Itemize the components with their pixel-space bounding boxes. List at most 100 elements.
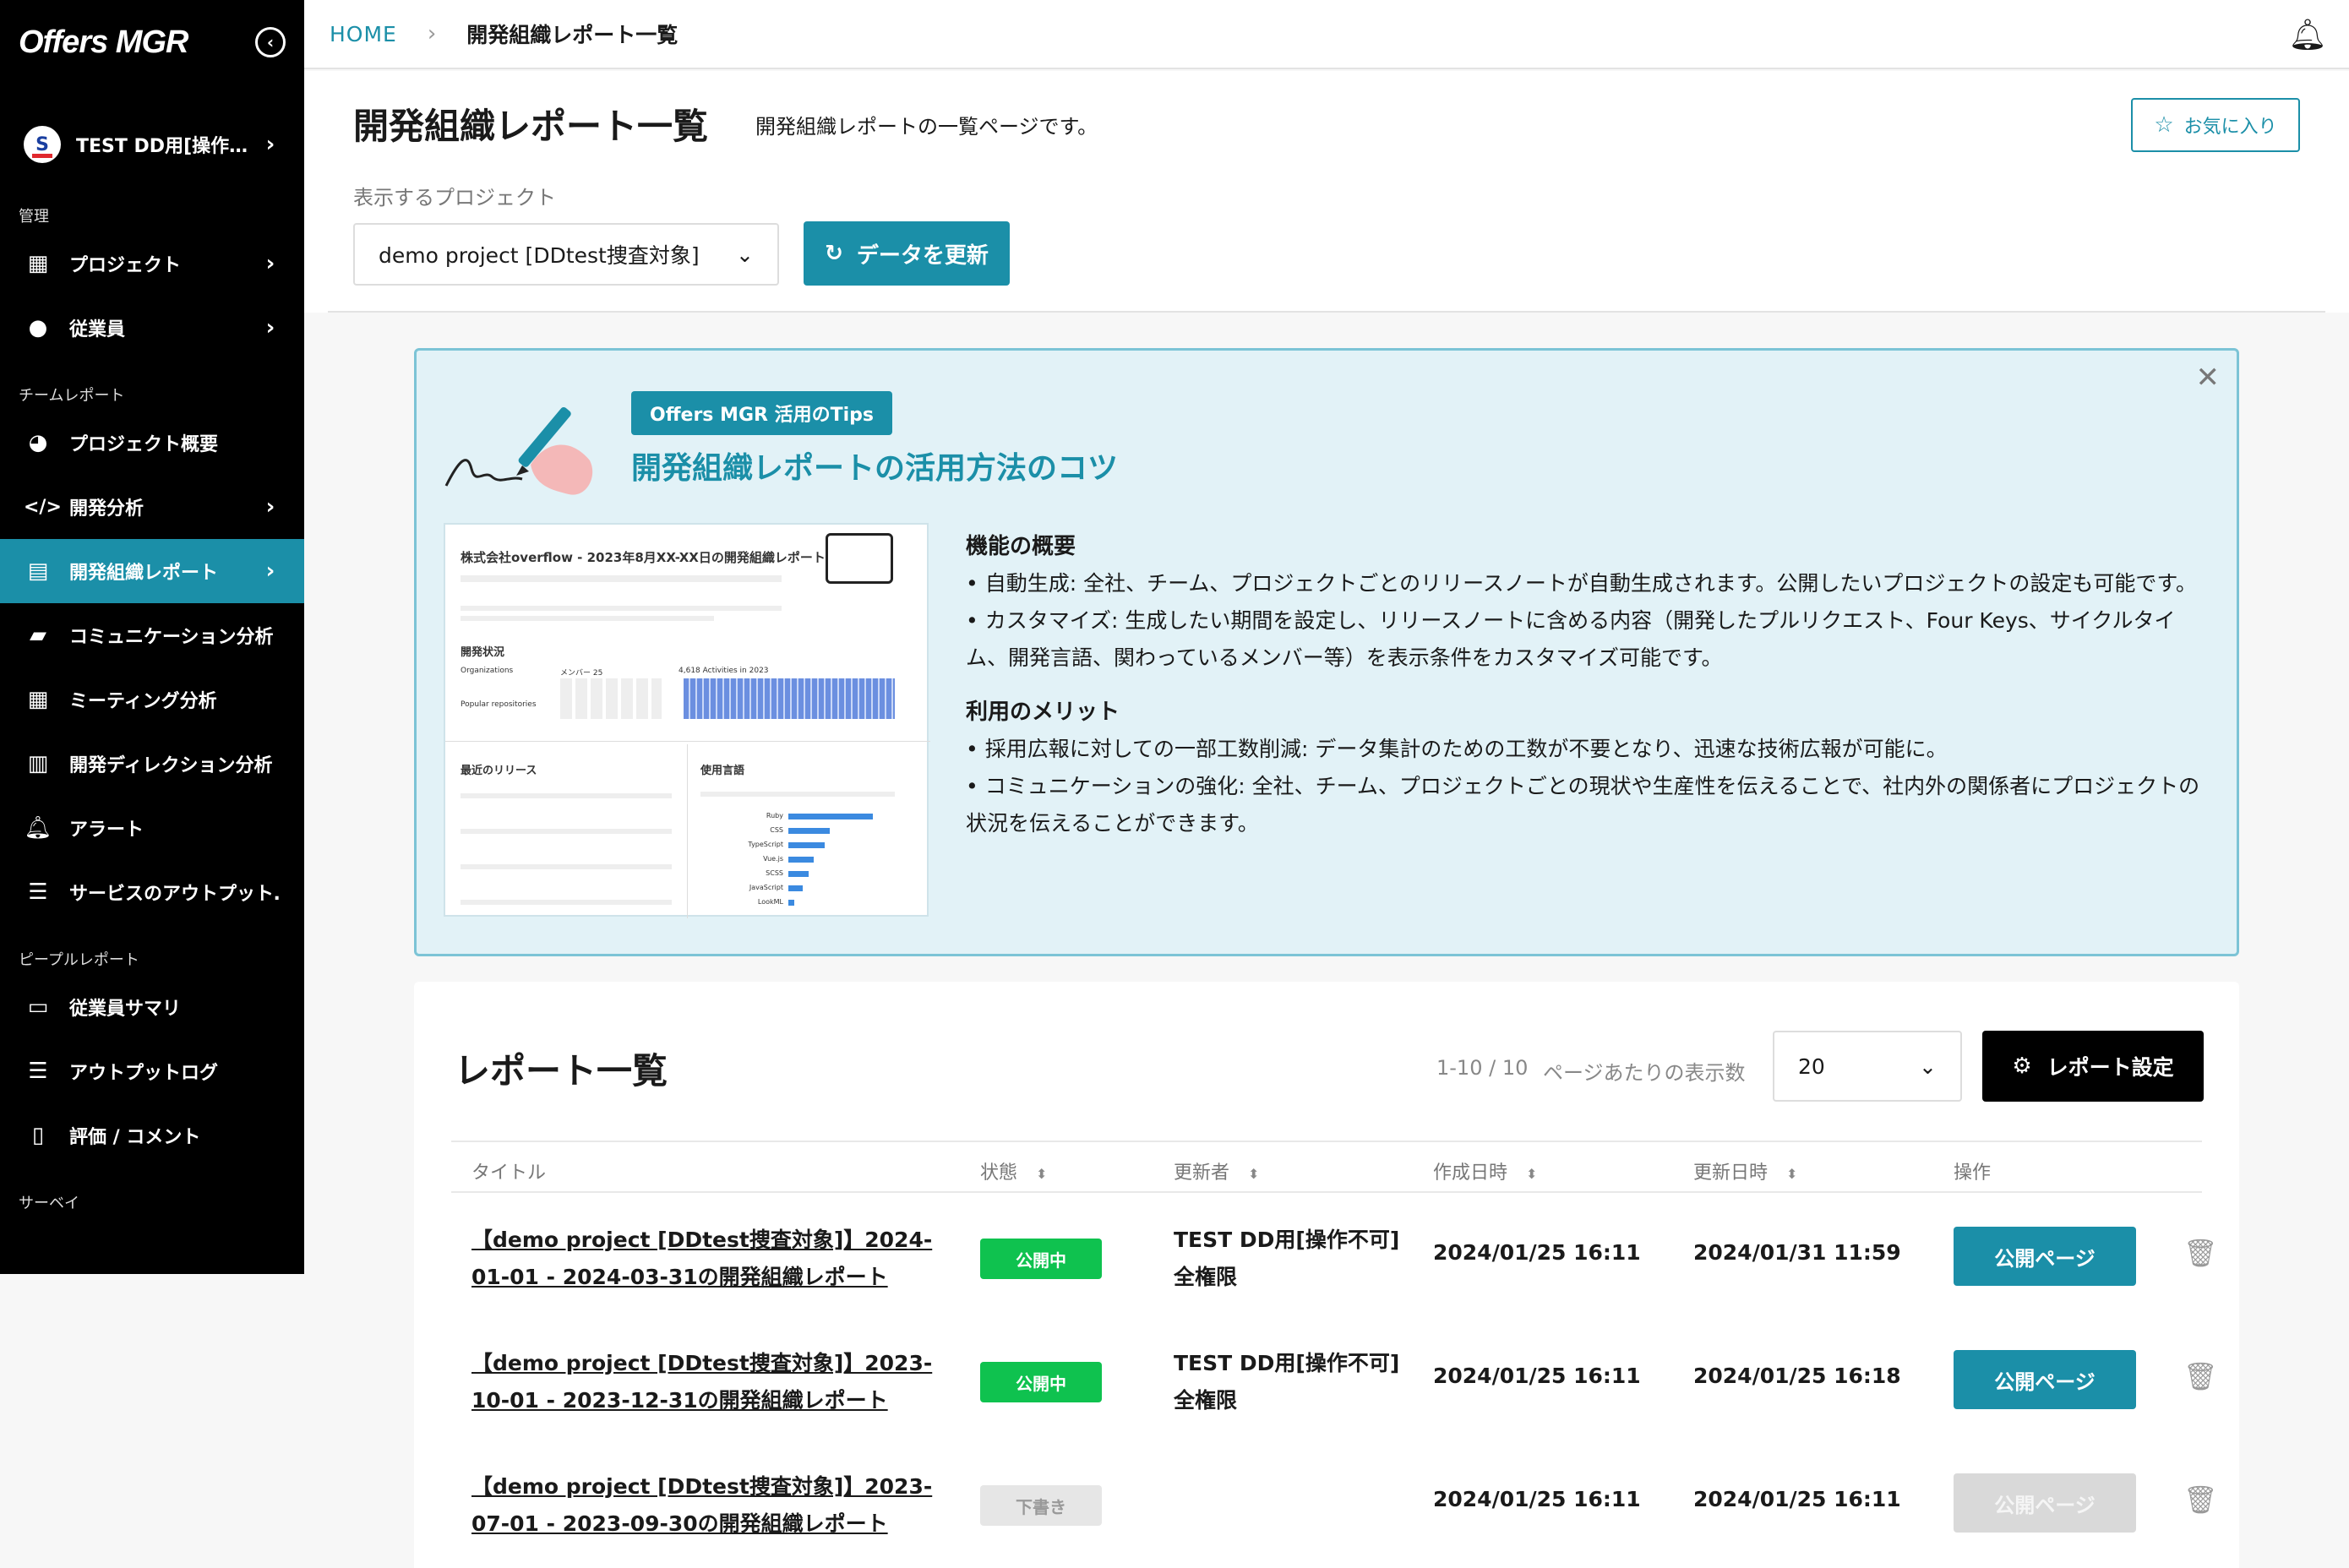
sidebar-header: Offers MGR ‹ [0,0,304,84]
tips-section1-title: 機能の概要 [966,534,1076,559]
updater-role: 全権限 [1174,1265,1238,1289]
collapse-sidebar-button[interactable]: ‹ [255,27,286,57]
sidebar-item-label: サービスのアウトプット… [69,884,281,905]
section-label-admin: 管理 [19,208,49,226]
public-page-button[interactable]: 公開ページ [1954,1350,2136,1409]
sidebar-item-evaluation[interactable]: ▯ 評価 / コメント [0,1103,304,1168]
trash-icon[interactable]: 🗑︎ [2183,1360,2218,1392]
public-page-button[interactable]: 公開ページ [1954,1227,2136,1286]
preview-languages: 使用言語 [700,765,745,777]
preview-release-line [461,793,672,798]
created-at: 2024/01/25 16:11 [1433,1240,1641,1265]
status-badge: 下書き [980,1485,1102,1526]
column-updated[interactable]: 更新日時 ⬍ [1693,1157,1797,1184]
gear-icon: ⚙ [2012,1054,2032,1079]
sidebar-item-meeting[interactable]: ▦ ミーティング分析 [0,667,304,732]
table-row: 【demo project [DDtest捜査対象]】2023-10-01 - … [451,1316,2218,1440]
preview-text-line [700,792,895,797]
updated-at: 2024/01/25 16:18 [1693,1364,1901,1388]
column-created[interactable]: 作成日時 ⬍ [1433,1157,1537,1184]
notification-bell-icon[interactable]: 🔔︎ [2288,17,2327,52]
sidebar-item-alert[interactable]: 🔔︎ アラート [0,796,304,860]
preview-language-label: JavaScript [749,884,783,891]
refresh-data-button[interactable]: ↻ データを更新 [804,221,1010,286]
sidebar-item-dev-report[interactable]: ▤ 開発組織レポート › [0,539,304,603]
per-page-select[interactable]: 20 ⌄ [1773,1031,1962,1102]
preview-language-bar [788,885,803,891]
created-at: 2024/01/25 16:11 [1433,1487,1641,1511]
report-title-link[interactable]: 【demo project [DDtest捜査対象]】2023-10-01 - … [471,1345,945,1419]
tips-section2-item: • コミュニケーションの強化: 全社、チーム、プロジェクトごとの現状や生産性を伝… [966,774,2200,836]
project-select-value: demo project [DDtest捜査対象] [379,243,700,268]
sidebar-item-employee-summary[interactable]: ▭ 従業員サマリ [0,975,304,1039]
breadcrumb-home[interactable]: HOME [330,22,397,46]
preview-title: 株式会社overflow - 2023年8月XX-XX日の開発組織レポート [461,550,826,565]
updater-name: TEST DD用[操作不可] [1174,1351,1400,1375]
preview-language-bar [788,857,814,863]
report-icon: ▤ [27,558,49,584]
code-icon: </> [24,496,62,518]
preview-language-label: LookML [757,898,783,906]
tips-section2-title: 利用のメリット [966,700,1120,725]
report-title-link[interactable]: 【demo project [DDtest捜査対象]】2023-07-01 - … [471,1468,945,1543]
sort-icon: ⬍ [1526,1166,1538,1182]
preview-language-bar [788,828,830,834]
sidebar-item-output-log[interactable]: ☰ アウトプットログ [0,1039,304,1103]
preview-dev-status: 開発状況 [461,646,505,659]
sidebar-item-dev-analysis[interactable]: </> 開発分析 › [0,475,304,539]
updater-cell: TEST DD用[操作不可] 全権限 [1174,1222,1399,1296]
server-icon: ☰ [28,879,48,905]
column-status[interactable]: 状態 ⬍ [980,1157,1047,1184]
document-icon: ▯ [31,1123,45,1148]
project-select[interactable]: demo project [DDtest捜査対象] ⌄ [353,223,779,286]
sidebar-item-label: 開発分析 [69,498,144,520]
column-label: 更新日時 [1693,1162,1769,1184]
sort-icon: ⬍ [1786,1166,1798,1182]
sidebar-item-service-output[interactable]: ☰ サービスのアウトプット… [0,860,304,924]
preview-activity-heatmap [684,678,895,719]
project-select-label: 表示するプロジェクト [353,186,556,210]
sidebar-item-project[interactable]: ▦ プロジェクト › [0,231,304,296]
preview-members: メンバー 25 [560,669,603,678]
sidebar-item-communication[interactable]: ▰ コミュニケーション分析 [0,603,304,667]
chevron-down-icon: ⌄ [736,242,754,267]
favorite-button[interactable]: ☆ お気に入り [2131,98,2300,152]
report-title-link[interactable]: 【demo project [DDtest捜査対象]】2024-01-01 - … [471,1222,945,1296]
report-list-title: レポート一覧 [455,1050,668,1092]
star-icon: ☆ [2154,112,2174,138]
column-label: タイトル [471,1162,547,1184]
favorite-label: お気に入り [2183,117,2277,138]
sidebar-item-direction[interactable]: ▥ 開発ディレクション分析 [0,732,304,796]
sidebar-item-label: 従業員サマリ [69,999,182,1020]
org-avatar: S [24,126,61,163]
preview-activities: 4,618 Activities in 2023 [679,667,769,675]
page-title: 開発組織レポート一覧 [353,106,709,147]
tips-heading: 開発組織レポートの活用方法のコツ [631,451,1119,486]
trash-icon[interactable]: 🗑︎ [2183,1237,2218,1269]
sidebar-item-project-overview[interactable]: ◕ プロジェクト概要 [0,411,304,475]
public-page-button: 公開ページ [1954,1473,2136,1533]
sort-icon: ⬍ [1036,1166,1048,1182]
sidebar-item-label: ミーティング分析 [69,691,217,712]
tips-section1-item: • 自動生成: 全社、チーム、プロジェクトごとのリリースノートが自動生成されます… [966,571,2197,596]
trash-icon[interactable]: 🗑︎ [2183,1484,2218,1516]
org-switcher[interactable]: S TEST DD用[操作… › [0,106,304,182]
close-icon[interactable]: ✕ [2196,361,2221,395]
column-title: タイトル [471,1157,546,1184]
preview-orgs: Organizations [461,667,514,675]
column-label: 作成日時 [1433,1162,1508,1184]
report-settings-button[interactable]: ⚙ レポート設定 [1982,1031,2204,1102]
calendar-icon: ▦ [27,687,49,712]
preview-text-line [461,616,714,621]
page-description: 開発組織レポートの一覧ページです。 [755,115,1098,139]
column-actions: 操作 [1954,1157,1991,1184]
header-divider [328,311,2325,313]
chevron-left-icon: ‹ [266,32,275,52]
sidebar-item-employee[interactable]: ● 従業員 › [0,296,304,360]
refresh-icon: ↻ [825,241,843,266]
column-updater[interactable]: 更新者 ⬍ [1174,1157,1259,1184]
id-card-icon: ▭ [27,994,49,1020]
updater-name: TEST DD用[操作不可] [1174,1228,1400,1252]
preview-language-label: TypeScript [748,841,783,848]
